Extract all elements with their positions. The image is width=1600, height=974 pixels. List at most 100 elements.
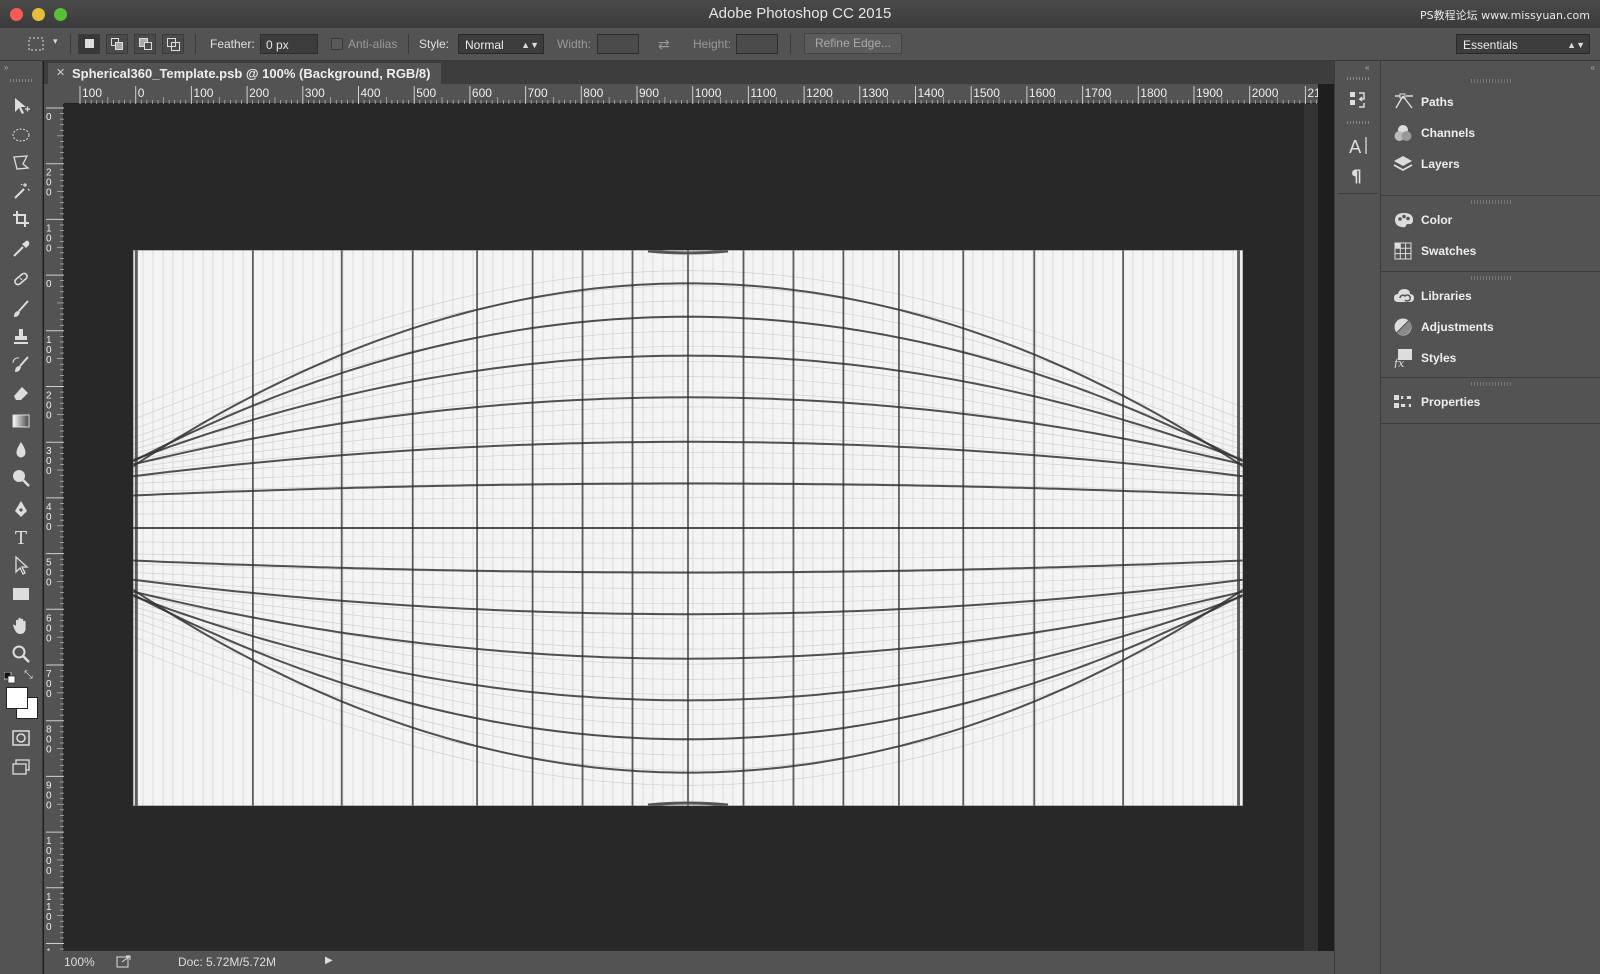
character-panel-icon[interactable]: A xyxy=(1347,133,1369,158)
share-icon[interactable] xyxy=(116,954,132,968)
svg-text:0: 0 xyxy=(46,578,52,589)
new-selection-icon[interactable] xyxy=(78,34,100,54)
vertical-scrollbar[interactable] xyxy=(1304,104,1318,959)
swap-width-height-icon[interactable]: ⇄ xyxy=(658,36,670,53)
rect-marquee-preset-icon[interactable] xyxy=(26,34,46,54)
swap-colors-icon[interactable]: ⤡ xyxy=(24,669,33,682)
ruler-tick-label: 0 xyxy=(46,112,52,123)
ruler-tick-label: 0 xyxy=(46,279,52,290)
ruler-tick-label: 900 xyxy=(639,86,659,100)
ruler-tick-label: 700 xyxy=(46,669,52,700)
svg-text:0: 0 xyxy=(46,800,52,811)
ruler-tick-label: 300 xyxy=(46,446,52,477)
brush-tool-icon[interactable] xyxy=(9,297,33,321)
polygonal-lasso-tool-icon[interactable] xyxy=(9,151,33,175)
subtract-from-selection-icon[interactable] xyxy=(134,34,156,54)
status-menu-arrow-icon[interactable]: ▶ xyxy=(325,955,333,966)
move-tool-icon[interactable] xyxy=(9,94,33,118)
watermark: PS教程论坛 www.missyuan.com xyxy=(1419,9,1590,22)
ruler-tick-label: 1500 xyxy=(973,86,1000,100)
panel-libraries[interactable]: Libraries xyxy=(1381,281,1600,311)
feather-input[interactable]: 0 px xyxy=(260,34,318,54)
panel-channels[interactable]: Channels xyxy=(1381,118,1600,148)
document-tab[interactable]: ✕ Spherical360_Template.psb @ 100% (Back… xyxy=(48,63,441,84)
document-image[interactable] xyxy=(133,250,1243,806)
preset-dropdown-icon[interactable]: ▾ xyxy=(53,36,58,47)
ruler-tick-label: 0 xyxy=(138,86,145,100)
paragraph-panel-icon[interactable]: ¶ xyxy=(1347,164,1369,187)
feather-label: Feather: xyxy=(210,37,255,51)
hand-tool-icon[interactable] xyxy=(9,614,33,638)
svg-text:0: 0 xyxy=(46,279,52,290)
clone-stamp-tool-icon[interactable] xyxy=(9,325,33,349)
canvas-area[interactable] xyxy=(64,104,1318,959)
type-tool-icon[interactable]: T xyxy=(9,525,33,549)
intersect-selection-icon[interactable] xyxy=(162,34,184,54)
quick-mask-icon[interactable] xyxy=(9,726,33,750)
history-panel-icon[interactable] xyxy=(1347,89,1369,111)
foreground-color-swatch[interactable] xyxy=(6,687,28,709)
svg-text:0: 0 xyxy=(46,188,52,199)
ruler-tick-label: 200 xyxy=(46,391,52,422)
svg-text:0: 0 xyxy=(46,355,52,366)
panel-layers[interactable]: Layers xyxy=(1381,149,1600,179)
path-selection-tool-icon[interactable] xyxy=(9,553,33,577)
ruler-tick-label: 1700 xyxy=(1085,86,1112,100)
dodge-tool-icon[interactable] xyxy=(9,466,33,490)
ruler-tick-label: 500 xyxy=(46,558,52,589)
height-input[interactable] xyxy=(736,34,778,54)
pen-tool-icon[interactable] xyxy=(9,497,33,521)
panel-styles[interactable]: fx Styles xyxy=(1381,343,1600,373)
ruler-tick-label: 100 xyxy=(46,223,52,254)
panel-adjustments[interactable]: Adjustments xyxy=(1381,312,1600,342)
workspace-select[interactable]: Essentials ▲▼ xyxy=(1456,34,1590,54)
elliptical-marquee-tool-icon[interactable] xyxy=(9,123,33,147)
add-to-selection-icon[interactable] xyxy=(106,34,128,54)
ruler-tick-label: 400 xyxy=(361,86,381,100)
collapse-tools-icon[interactable]: » xyxy=(4,63,8,72)
app-title: Adobe Photoshop CC 2015 xyxy=(708,5,892,22)
style-select[interactable]: Normal ▲▼ xyxy=(458,34,544,54)
panel-paths[interactable]: Paths xyxy=(1381,87,1600,117)
ruler-tick-label: 1400 xyxy=(918,86,945,100)
refine-edge-button[interactable]: Refine Edge... xyxy=(804,33,902,54)
ruler-tick-label: 700 xyxy=(528,86,548,100)
blur-tool-icon[interactable] xyxy=(9,438,33,462)
magic-wand-tool-icon[interactable] xyxy=(9,179,33,203)
anti-alias-label: Anti-alias xyxy=(348,37,398,51)
collapse-panels-icon[interactable]: « xyxy=(1591,63,1595,72)
document-size: Doc: 5.72M/5.72M xyxy=(178,955,277,969)
zoom-level[interactable]: 100% xyxy=(64,955,95,969)
default-colors-icon[interactable] xyxy=(3,671,16,684)
anti-alias-checkbox[interactable] xyxy=(331,38,343,50)
eyedropper-tool-icon[interactable] xyxy=(9,237,33,261)
eraser-tool-icon[interactable] xyxy=(9,381,33,405)
horizontal-ruler[interactable]: 100 0 100 200 300 400 500 600 700 800 900 1000 1100 1… xyxy=(64,84,1318,104)
gradient-tool-icon[interactable] xyxy=(9,409,33,433)
zoom-tool-icon[interactable] xyxy=(9,642,33,666)
ruler-tick-label: 800 xyxy=(46,725,52,756)
svg-text:0: 0 xyxy=(46,745,52,756)
expand-dock-icon[interactable]: « xyxy=(1365,63,1369,72)
ruler-origin[interactable] xyxy=(44,84,64,104)
screen-mode-icon[interactable] xyxy=(9,755,33,779)
healing-brush-tool-icon[interactable] xyxy=(9,267,33,291)
height-label: Height: xyxy=(693,37,732,51)
select-arrows-icon: ▲▼ xyxy=(521,40,539,50)
panel-color[interactable]: Color xyxy=(1381,205,1600,235)
panel-properties[interactable]: Properties xyxy=(1381,387,1600,417)
close-tab-icon[interactable]: ✕ xyxy=(56,66,65,79)
panels-dock: « Paths Channels Layers Color Swatches L… xyxy=(1380,61,1600,974)
svg-text:fx: fx xyxy=(1393,357,1405,368)
vertical-ruler[interactable]: 0200100010020030040050060070080090010001… xyxy=(44,104,64,959)
panel-swatches[interactable]: Swatches xyxy=(1381,236,1600,266)
ruler-tick-label: 200 xyxy=(249,86,269,100)
panel-group-paths: Paths Channels Layers xyxy=(1381,73,1600,196)
crop-tool-icon[interactable] xyxy=(9,207,33,231)
ruler-tick-label: 1800 xyxy=(1140,86,1167,100)
title-bar: Adobe Photoshop CC 2015 PS教程论坛 www.missy… xyxy=(0,0,1600,29)
ruler-tick-label: 500 xyxy=(416,86,436,100)
history-brush-tool-icon[interactable] xyxy=(9,353,33,377)
rectangle-tool-icon[interactable] xyxy=(9,582,33,606)
width-input[interactable] xyxy=(597,34,639,54)
